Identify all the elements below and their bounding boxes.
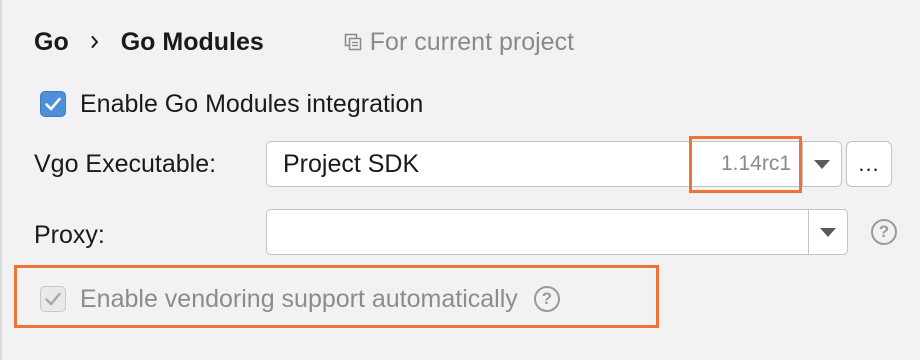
breadcrumb-current: Go Modules: [120, 27, 264, 56]
vgo-executable-value: Project SDK: [283, 149, 420, 178]
sdk-version-label: 1.14rc1: [720, 152, 791, 175]
vgo-executable-combobox[interactable]: Project SDK 1.14rc1: [266, 141, 842, 187]
combo-separator: [807, 210, 809, 254]
project-scope-icon: [344, 33, 362, 51]
vendoring-checkbox: [40, 286, 66, 312]
proxy-combobox[interactable]: [266, 209, 848, 255]
browse-button[interactable]: ...: [846, 141, 892, 187]
vgo-executable-label: Vgo Executable:: [34, 150, 217, 178]
breadcrumb: Go Go Modules For current project: [34, 24, 574, 60]
vendoring-label: Enable vendoring support automatically: [80, 284, 518, 313]
combo-separator: [801, 142, 803, 186]
checkmark-icon: [45, 97, 61, 111]
chevron-right-icon: [91, 36, 98, 48]
go-modules-settings-panel: Go Go Modules For current project Enable…: [0, 0, 920, 360]
dropdown-arrow-icon[interactable]: [817, 224, 839, 240]
vendoring-help-icon[interactable]: ?: [533, 286, 560, 312]
checkmark-icon: [45, 292, 61, 306]
vendoring-checkbox-row: Enable vendoring support automatically ?: [40, 283, 560, 315]
panel-left-border: [0, 0, 2, 360]
dropdown-arrow-icon[interactable]: [811, 156, 833, 172]
proxy-help-icon[interactable]: ?: [871, 219, 897, 245]
enable-go-modules-checkbox[interactable]: [40, 91, 66, 117]
breadcrumb-parent[interactable]: Go: [34, 28, 69, 57]
enable-go-modules-checkbox-row[interactable]: Enable Go Modules integration: [40, 88, 423, 120]
scope-label: For current project: [369, 27, 575, 56]
scope-indicator: For current project: [344, 28, 574, 57]
proxy-label: Proxy:: [34, 221, 105, 249]
enable-go-modules-label: Enable Go Modules integration: [80, 89, 424, 118]
